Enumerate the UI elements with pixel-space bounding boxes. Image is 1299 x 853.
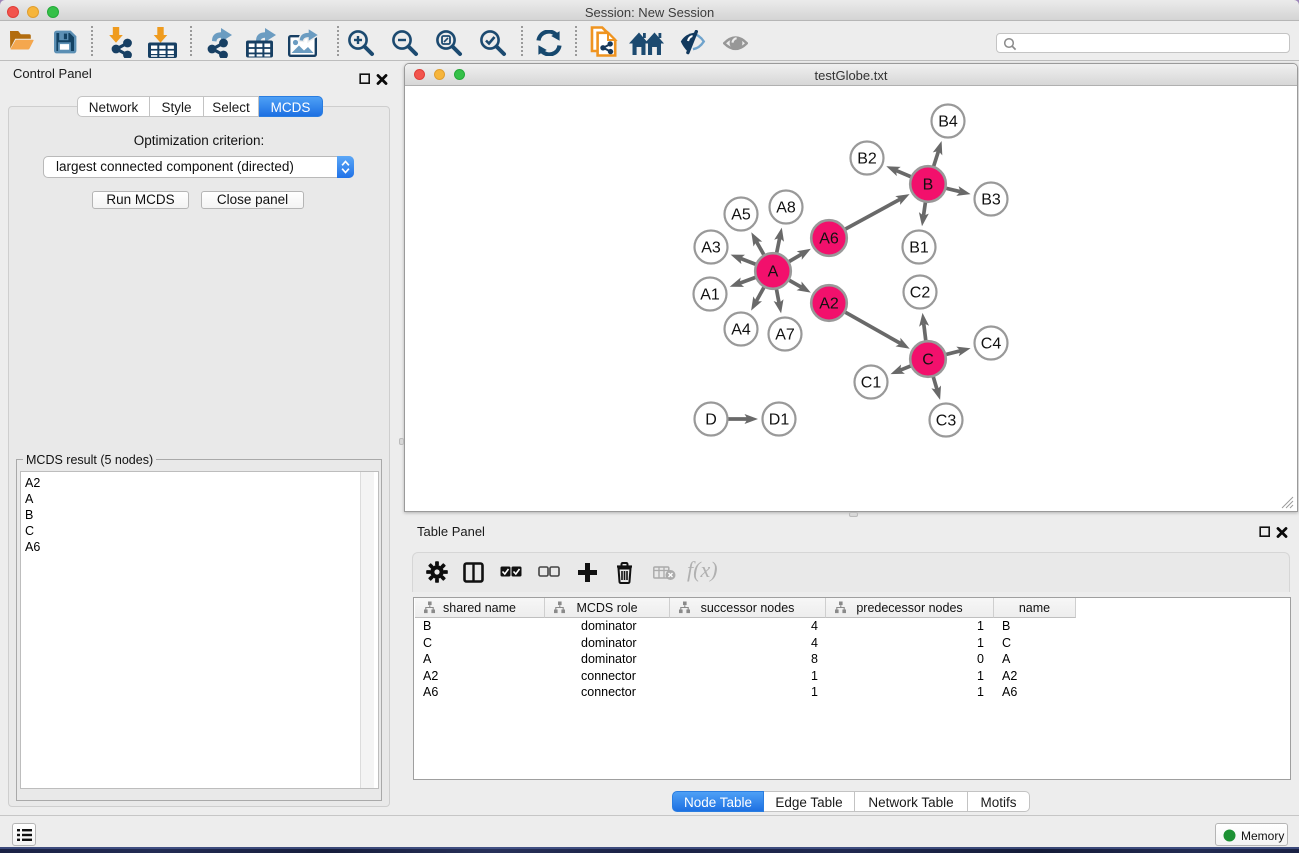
svg-text:A4: A4 xyxy=(731,322,751,339)
svg-text:A5: A5 xyxy=(731,207,751,224)
svg-text:A8: A8 xyxy=(776,200,796,217)
svg-text:C3: C3 xyxy=(936,413,957,430)
svg-text:B2: B2 xyxy=(857,151,877,168)
svg-text:A2: A2 xyxy=(819,296,839,313)
svg-text:A6: A6 xyxy=(819,231,839,248)
svg-text:B1: B1 xyxy=(909,240,929,257)
svg-text:C1: C1 xyxy=(861,375,882,392)
svg-text:A7: A7 xyxy=(775,327,795,344)
svg-text:B: B xyxy=(923,177,934,194)
svg-text:B4: B4 xyxy=(938,114,958,131)
svg-text:B3: B3 xyxy=(981,192,1001,209)
svg-text:A3: A3 xyxy=(701,240,721,257)
svg-text:A: A xyxy=(768,264,779,281)
svg-text:D1: D1 xyxy=(769,412,790,429)
svg-text:D: D xyxy=(705,412,717,429)
svg-text:A1: A1 xyxy=(700,287,720,304)
svg-text:C4: C4 xyxy=(981,336,1002,353)
svg-text:C2: C2 xyxy=(910,285,931,302)
svg-text:C: C xyxy=(922,352,934,369)
